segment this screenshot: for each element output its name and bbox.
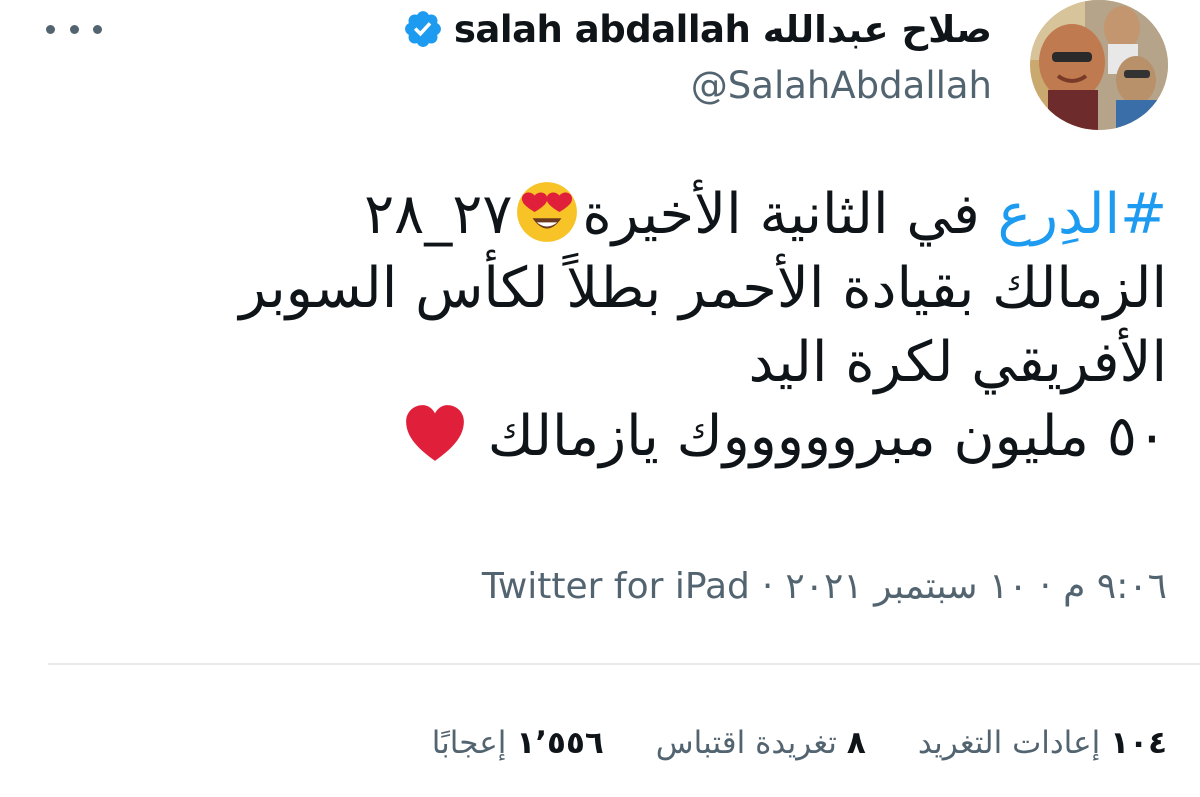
avatar[interactable]	[1030, 0, 1168, 130]
tweet-text-line-1-text: في الثانية الأخيرة	[582, 182, 980, 247]
tweet-text-line-4: ٥٠ مليون مبروووووك يازمالك	[167, 400, 1167, 474]
author-handle[interactable]: @SalahAbdallah	[691, 64, 992, 107]
meta-separator: ·	[1039, 565, 1052, 607]
avatar-image	[1030, 0, 1168, 130]
tweet-text-line-2: الزمالك بقيادة الأحمر بطلاً لكأس السوبر	[239, 256, 1167, 321]
meta-separator: ·	[761, 565, 774, 607]
quotes-count: ٨	[846, 725, 866, 761]
retweets-stat[interactable]: ١٠٤ إعادات التغريد	[918, 725, 1167, 761]
likes-label: إعجابًا	[431, 725, 507, 761]
hashtag-link[interactable]: #الدِرع	[998, 182, 1167, 247]
retweets-label: إعادات التغريد	[917, 725, 1101, 761]
more-options-button[interactable]	[46, 14, 102, 44]
retweets-count: ١٠٤	[1110, 725, 1167, 761]
score: ٢٧_٢٨	[364, 182, 513, 247]
likes-stat[interactable]: ١٬٥٥٦ إعجابًا	[432, 725, 604, 761]
tweet-text-line-4-text: ٥٠ مليون مبروووووك يازمالك	[487, 404, 1167, 469]
tweet-date[interactable]: ١٠ سبتمبر ٢٠٢١	[785, 566, 1027, 607]
tweet-source[interactable]: Twitter for iPad	[482, 566, 750, 607]
tweet-time[interactable]: ٩:٠٦ م	[1063, 566, 1167, 607]
quotes-label: تغريدة اقتباس	[655, 725, 837, 761]
author-name-row[interactable]: salah abdallah صلاح عبدالله	[402, 6, 993, 52]
verified-badge-icon	[404, 11, 441, 47]
tweet-stats: ١٠٤ إعادات التغريد ٨ تغريدة اقتباس ١٬٥٥٦…	[432, 718, 1167, 768]
quotes-stat[interactable]: ٨ تغريدة اقتباس	[656, 725, 866, 761]
more-icon-dot	[69, 24, 79, 34]
tweet-card: salah abdallah صلاح عبدالله @SalahAbdall…	[0, 0, 1200, 797]
more-icon-dot	[93, 24, 102, 34]
tweet-metadata: ٩:٠٦ م · ١٠ سبتمبر ٢٠٢١ · Twitter for iP…	[482, 562, 1167, 610]
tweet-text-line-1: #الدِرع في الثانية الأخيرة ٢٧_٢٨	[167, 178, 1167, 252]
heart-eyes-emoji	[514, 179, 580, 245]
tweet-text: #الدِرع في الثانية الأخيرة ٢٧_٢٨ الزمالك…	[167, 178, 1167, 474]
author-display-name: salah abdallah صلاح عبدالله	[453, 7, 993, 51]
red-heart-emoji	[402, 401, 468, 467]
more-icon	[46, 24, 55, 34]
divider	[48, 663, 1200, 665]
tweet-text-line-3: الأفريقي لكرة اليد	[748, 330, 1168, 395]
likes-count: ١٬٥٥٦	[516, 725, 604, 761]
